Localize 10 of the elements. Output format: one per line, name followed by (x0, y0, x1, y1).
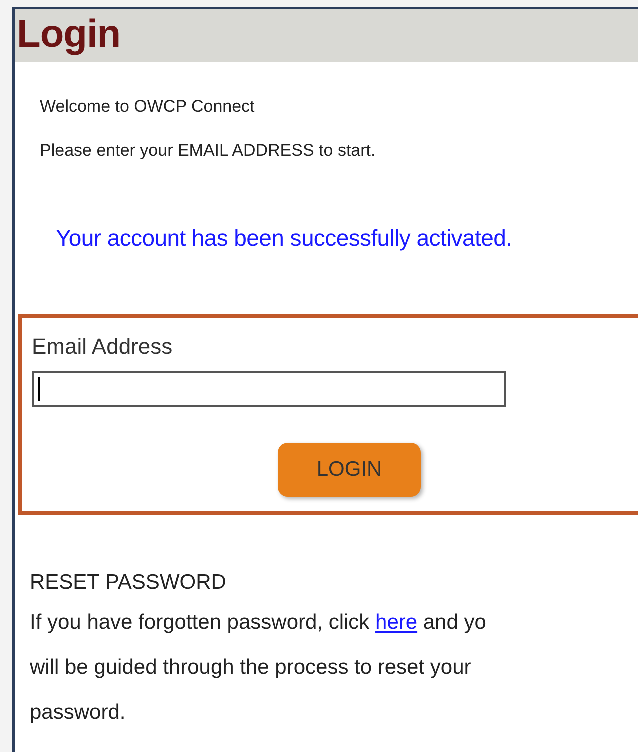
email-field[interactable] (32, 370, 506, 406)
success-message: Your account has been successfully activated. (56, 225, 512, 251)
page-title: Login (17, 12, 121, 58)
intro-text: Welcome to OWCP Connect (40, 96, 255, 118)
login-button[interactable]: LOGIN (278, 442, 421, 496)
reset-link[interactable]: here (376, 611, 418, 634)
field-label: Email Address (32, 332, 173, 360)
reset-instructions: If you have forgotten password, click here and yo will be guided through the process to reset your password. (30, 610, 486, 726)
intro-text: Please enter your EMAIL ADDRESS to start. (40, 140, 376, 162)
section-heading: RESET PASSWORD (30, 570, 226, 596)
